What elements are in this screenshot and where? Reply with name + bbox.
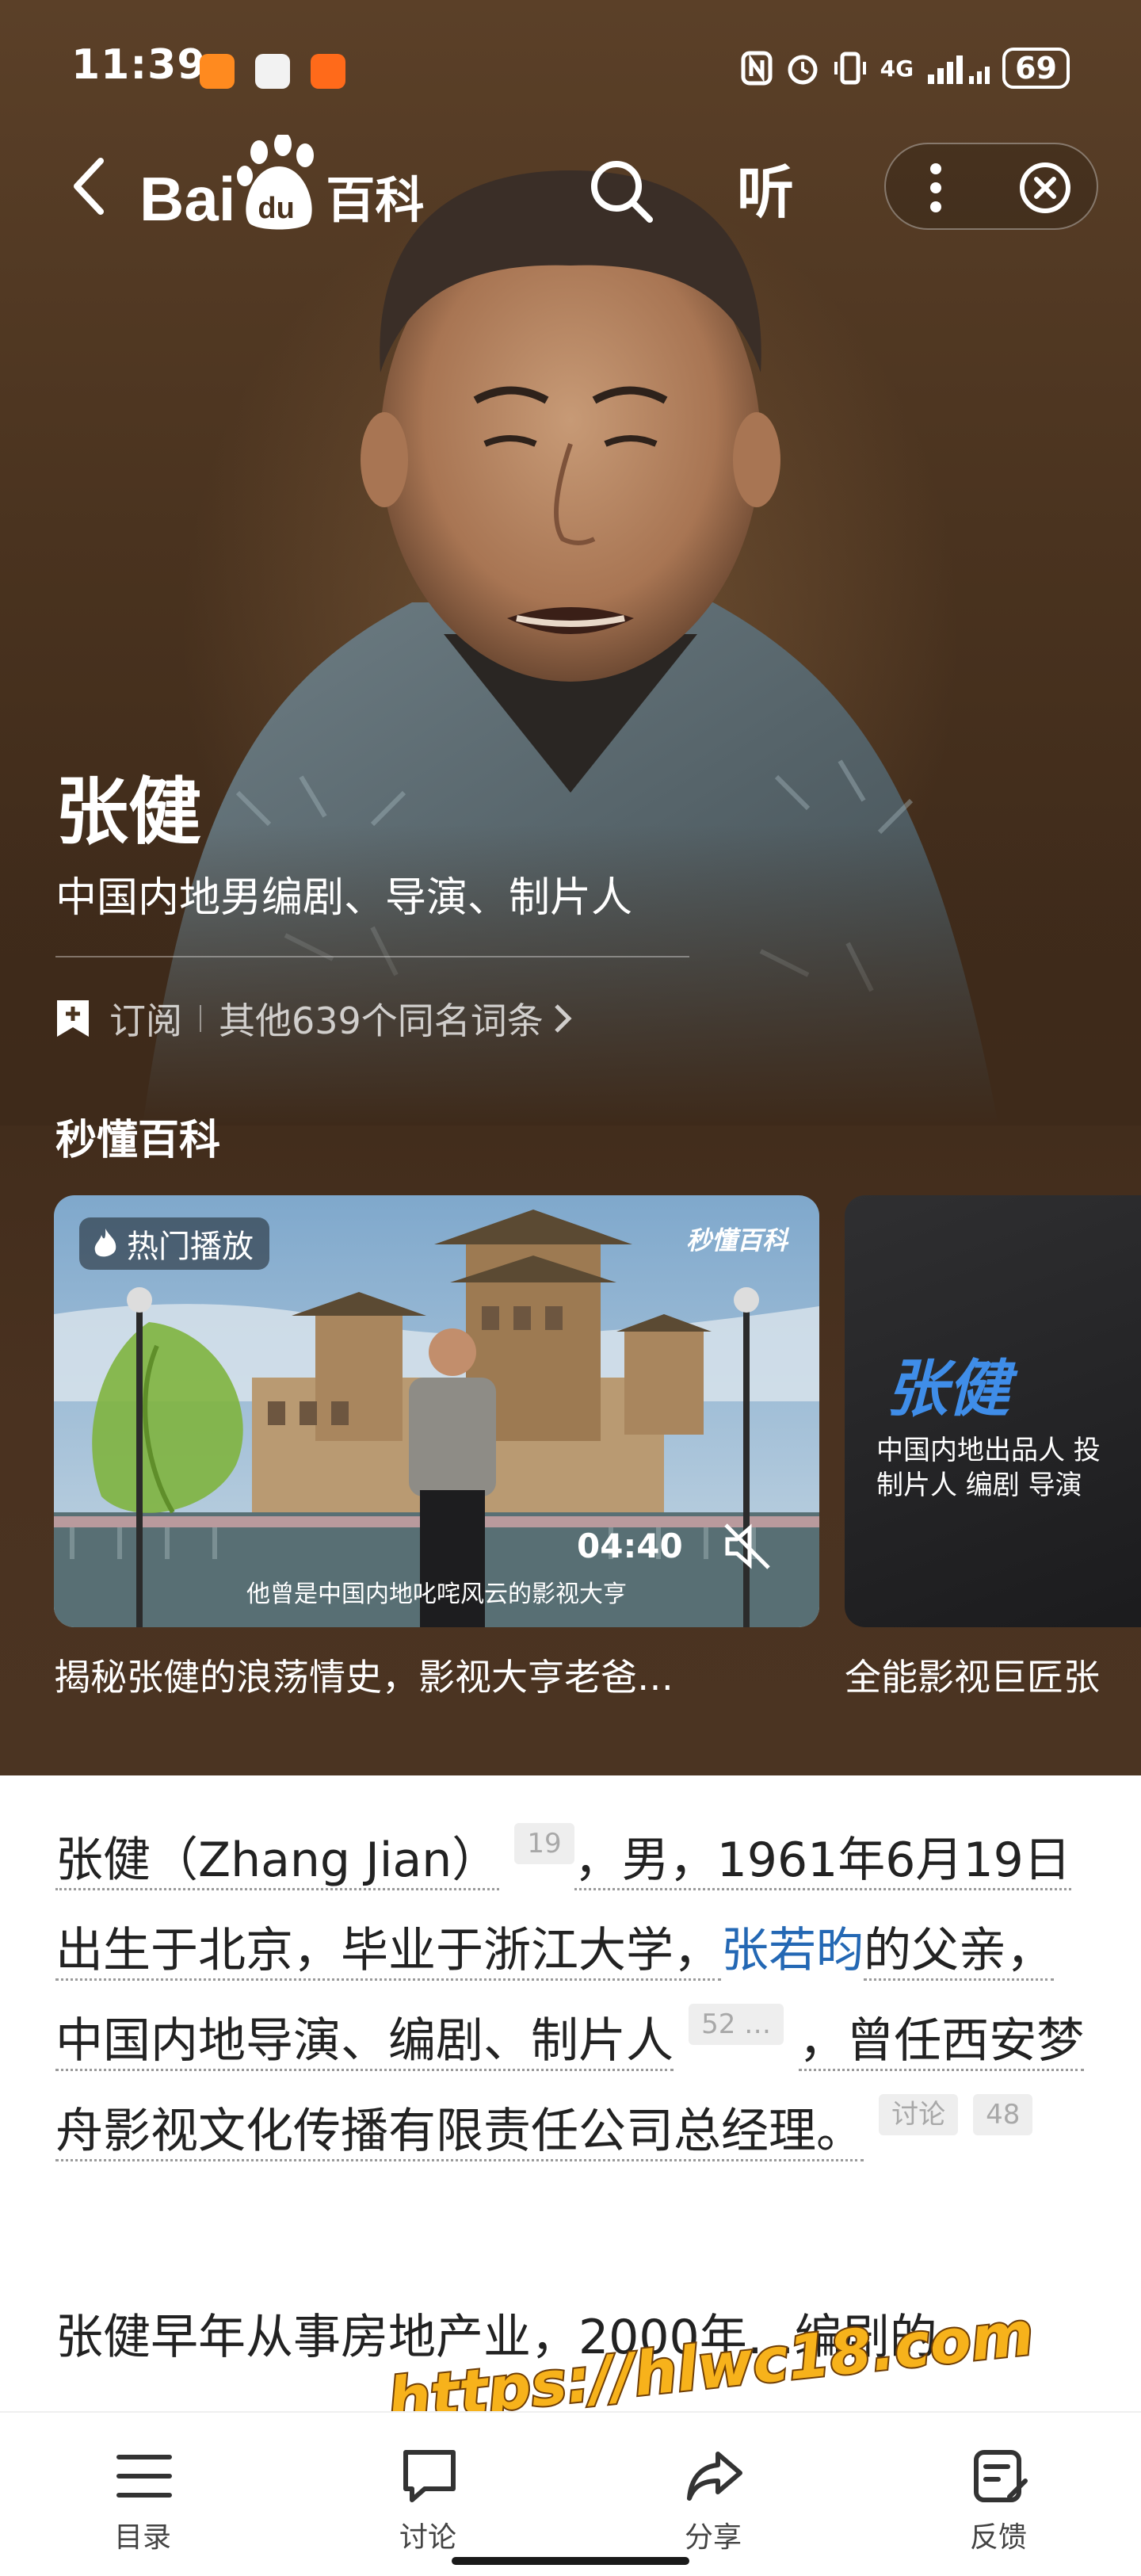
summary-paragraph: 张健（Zhang Jian） 19 ，男，1961年6月19日出生于北京，毕业于浙… <box>55 1815 1093 2177</box>
video-card[interactable]: 张健 中国内地出品人 投 制片人 编剧 导演 <box>845 1195 1141 1627</box>
section-title: 秒懂百科 <box>55 1117 221 1164</box>
app-notification-icon <box>255 54 290 89</box>
vibrate-icon <box>834 52 866 85</box>
status-time: 11:39 <box>71 41 207 89</box>
alarm-icon <box>788 55 818 85</box>
hot-badge-label: 热门播放 <box>127 1229 254 1265</box>
chat-icon <box>403 2450 456 2502</box>
reference-badge[interactable]: 19 <box>514 1823 574 1864</box>
tab-label: 目录 <box>113 2521 171 2554</box>
reference-badge[interactable]: 52 … <box>689 2004 784 2045</box>
close-button[interactable] <box>1017 160 1073 216</box>
logo-du: du <box>258 192 295 225</box>
tab-label: 反馈 <box>969 2521 1027 2554</box>
share-icon <box>687 2452 742 2501</box>
person-link[interactable]: 张若昀 <box>721 1923 864 1978</box>
video-overlay-text: 中国内地出品人 投 制片人 编剧 导演 <box>876 1433 1141 1503</box>
tab-label: 分享 <box>684 2521 742 2554</box>
entry-actions: 订阅 其他639个同名词条 <box>55 992 572 1045</box>
chevron-left-icon <box>74 158 104 215</box>
status-indicators: 4G 69 <box>741 48 1070 89</box>
tab-share[interactable]: 分享 <box>570 2413 856 2576</box>
video-card[interactable]: 热门播放 秒懂百科 04:40 他曾是中国内地叱咤风云的影视大亨 <box>54 1195 819 1627</box>
search-icon <box>591 161 653 223</box>
app-notification-icon <box>311 54 345 89</box>
menu-icon <box>116 2455 172 2498</box>
more-button[interactable] <box>908 160 964 216</box>
nfc-icon <box>741 51 773 86</box>
summary-text: 张健（Zhang Jian） <box>55 1833 500 1890</box>
listen-button[interactable]: 听 <box>737 146 794 229</box>
fire-icon <box>94 1229 116 1257</box>
entry-title: 张健 <box>55 770 202 854</box>
body-paragraph: 张健早年从事房地产业，2000年…编剧的 <box>55 2310 937 2365</box>
entry-subtitle: 中国内地男编剧、导演、制片人 <box>55 874 633 922</box>
paw-icon: du <box>235 132 322 230</box>
mute-icon <box>724 1523 770 1569</box>
app-notification-icon <box>200 54 235 89</box>
tab-discuss[interactable]: 讨论 <box>285 2413 570 2576</box>
subscribe-button[interactable]: 订阅 <box>109 992 182 1045</box>
discuss-count[interactable]: 48 <box>973 2094 1033 2135</box>
baidu-baike-logo[interactable]: Bai du 百科 <box>139 132 425 234</box>
bookmark-plus-icon[interactable] <box>55 999 90 1038</box>
chevron-right-icon <box>555 1004 572 1033</box>
back-button[interactable] <box>57 151 120 222</box>
tab-contents[interactable]: 目录 <box>0 2413 285 2576</box>
divider <box>55 956 689 957</box>
tab-label: 讨论 <box>399 2521 456 2554</box>
bottom-toolbar: 目录 讨论 分享 反馈 <box>0 2411 1141 2576</box>
search-button[interactable] <box>586 155 658 226</box>
top-nav: Bai du 百科 听 <box>0 127 1141 246</box>
close-circle-icon <box>1020 162 1070 213</box>
mini-program-capsule <box>884 143 1098 230</box>
tab-feedback[interactable]: 反馈 <box>856 2413 1141 2576</box>
video-watermark: 秒懂百科 <box>685 1225 788 1256</box>
video-overlay-line: 制片人 编剧 导演 <box>876 1470 1082 1502</box>
discuss-badge[interactable]: 讨论 <box>879 2094 959 2135</box>
status-bar: 11:39 4G 69 <box>0 0 1141 143</box>
battery-icon: 69 <box>1002 48 1070 89</box>
mute-button[interactable] <box>719 1519 775 1574</box>
video-duration: 04:40 <box>577 1527 683 1565</box>
video-caption: 他曾是中国内地叱咤风云的影视大亨 <box>246 1580 627 1608</box>
video-overlay-line: 中国内地出品人 投 <box>876 1435 1101 1466</box>
same-name-entries-link[interactable]: 其他639个同名词条 <box>219 992 544 1045</box>
signal-icon <box>928 55 990 84</box>
separator <box>200 1005 201 1032</box>
logo-bai: Bai <box>139 164 236 234</box>
more-vertical-icon <box>930 163 941 212</box>
hot-badge: 热门播放 <box>79 1217 269 1270</box>
feedback-icon <box>974 2450 1028 2502</box>
entry-hero: 11:39 4G 69 Bai du 百科 听 张健 中国内地男编剧、导演、制片… <box>0 0 1141 1775</box>
home-indicator[interactable] <box>452 2557 689 2565</box>
network-type: 4G <box>880 55 914 82</box>
video-title[interactable]: 全能影视巨匠张 <box>845 1649 1141 1701</box>
video-overlay-title: 张健 <box>886 1354 1010 1425</box>
logo-baike: 百科 <box>326 171 425 229</box>
video-title[interactable]: 揭秘张健的浪荡情史，影视大亨老爸… <box>54 1649 819 1701</box>
